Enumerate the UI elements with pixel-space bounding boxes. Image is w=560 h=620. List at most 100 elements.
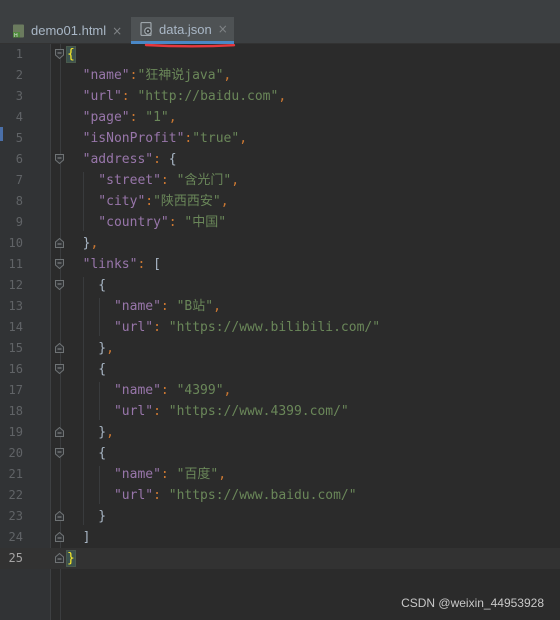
json-string: "狂神说java" <box>137 68 224 83</box>
punctuation: : <box>137 257 154 272</box>
code-text: "url": "https://www.bilibili.com/" <box>67 317 380 338</box>
title-bar <box>0 0 560 17</box>
fold-close-icon[interactable] <box>55 532 64 542</box>
code-line[interactable]: 25} <box>0 548 560 569</box>
code-line[interactable]: 11 "links": [ <box>0 254 560 275</box>
punctuation: : <box>160 383 177 398</box>
code-line[interactable]: 24 ] <box>0 527 560 548</box>
json-string: "陕西西安" <box>153 194 221 209</box>
code-text: { <box>67 359 106 380</box>
code-text: }, <box>67 422 114 443</box>
json-key: "url" <box>67 89 122 104</box>
line-number: 13 <box>8 299 23 313</box>
svg-text:H: H <box>14 33 18 38</box>
line-number: 5 <box>15 131 23 145</box>
json-string: "百度" <box>176 467 219 482</box>
bracket: { <box>168 152 177 167</box>
code-text: "name": "B站", <box>67 296 221 317</box>
code-line[interactable]: 21 "name": "百度", <box>0 464 560 485</box>
bracket: { <box>67 446 107 461</box>
bracket: } <box>67 341 107 356</box>
punctuation: : <box>153 488 169 503</box>
line-number: 8 <box>15 194 23 208</box>
fold-close-icon[interactable] <box>55 343 64 353</box>
code-line[interactable]: 22 "url": "https://www.baidu.com/" <box>0 485 560 506</box>
json-string: "1" <box>145 110 169 125</box>
fold-open-icon[interactable] <box>55 448 64 458</box>
code-text: }, <box>67 338 114 359</box>
code-line[interactable]: 13 "name": "B站", <box>0 296 560 317</box>
code-line[interactable]: 5 "isNonProfit":"true", <box>0 128 560 149</box>
fold-open-icon[interactable] <box>55 154 64 164</box>
code-line[interactable]: 16 { <box>0 359 560 380</box>
code-line[interactable]: 20 { <box>0 443 560 464</box>
code-line[interactable]: 3 "url": "http://baidu.com", <box>0 86 560 107</box>
code-line[interactable]: 18 "url": "https://www.4399.com/" <box>0 401 560 422</box>
code-text: "url": "http://baidu.com", <box>67 86 287 107</box>
line-number: 12 <box>8 278 23 292</box>
line-number: 4 <box>15 110 23 124</box>
code-line[interactable]: 14 "url": "https://www.bilibili.com/" <box>0 317 560 338</box>
punctuation: , <box>239 131 248 146</box>
code-line[interactable]: 8 "city":"陕西西安", <box>0 191 560 212</box>
code-text: "name": "4399", <box>67 380 231 401</box>
code-editor[interactable]: 1{2 "name":"狂神说java", 3 "url": "http://ba… <box>0 44 560 569</box>
json-key: "url" <box>67 404 154 419</box>
tab-label: demo01.html <box>31 23 107 38</box>
code-line[interactable]: 15 }, <box>0 338 560 359</box>
punctuation: : <box>160 299 177 314</box>
code-line[interactable]: 12 { <box>0 275 560 296</box>
json-string: "4399" <box>176 383 224 398</box>
code-line[interactable]: 19 }, <box>0 422 560 443</box>
punctuation: : <box>160 173 177 188</box>
punctuation: , <box>218 467 227 482</box>
punctuation: : <box>153 404 169 419</box>
json-string: "中国" <box>184 215 227 230</box>
code-line[interactable]: 6 "address": { <box>0 149 560 170</box>
close-icon[interactable]: × <box>218 22 228 36</box>
code-text: "country": "中国" <box>67 212 226 233</box>
bracket: { <box>67 278 107 293</box>
json-string: "B站" <box>176 299 214 314</box>
fold-open-icon[interactable] <box>55 280 64 290</box>
punctuation: : <box>160 467 177 482</box>
code-line[interactable]: 4 "page": "1", <box>0 107 560 128</box>
indent-guide <box>99 466 100 504</box>
fold-close-icon[interactable] <box>55 511 64 521</box>
code-line[interactable]: 7 "street": "含光门", <box>0 170 560 191</box>
code-line[interactable]: 10 }, <box>0 233 560 254</box>
fold-open-icon[interactable] <box>55 364 64 374</box>
code-text: ] <box>67 527 91 548</box>
line-number: 19 <box>8 425 23 439</box>
close-icon[interactable]: × <box>112 24 122 38</box>
code-line[interactable]: 17 "name": "4399", <box>0 380 560 401</box>
line-number: 16 <box>8 362 23 376</box>
punctuation: , <box>278 89 287 104</box>
line-number: 15 <box>8 341 23 355</box>
tab-data-json[interactable]: data.json × <box>131 17 234 44</box>
fold-close-icon[interactable] <box>55 553 64 563</box>
punctuation: , <box>90 236 99 251</box>
fold-close-icon[interactable] <box>55 238 64 248</box>
code-text: "street": "含光门", <box>67 170 239 191</box>
line-number: 24 <box>8 530 23 544</box>
fold-close-icon[interactable] <box>55 427 64 437</box>
code-line[interactable]: 1{ <box>0 44 560 65</box>
code-text: { <box>67 275 106 296</box>
punctuation: : <box>121 89 138 104</box>
code-text: }, <box>67 233 99 254</box>
code-line[interactable]: 2 "name":"狂神说java", <box>0 65 560 86</box>
json-string: "https://www.4399.com/" <box>168 404 349 419</box>
fold-open-icon[interactable] <box>55 49 64 59</box>
line-number: 7 <box>15 173 23 187</box>
code-text: } <box>66 548 76 569</box>
bracket: } <box>67 509 107 524</box>
code-line[interactable]: 23 } <box>0 506 560 527</box>
fold-open-icon[interactable] <box>55 259 64 269</box>
tab-demo01-html[interactable]: H demo01.html × <box>0 17 130 44</box>
editor-tab-bar: H demo01.html × data.json × <box>0 17 560 44</box>
line-number: 9 <box>15 215 23 229</box>
json-key: "address" <box>67 152 154 167</box>
json-key: "page" <box>67 110 130 125</box>
code-line[interactable]: 9 "country": "中国" <box>0 212 560 233</box>
